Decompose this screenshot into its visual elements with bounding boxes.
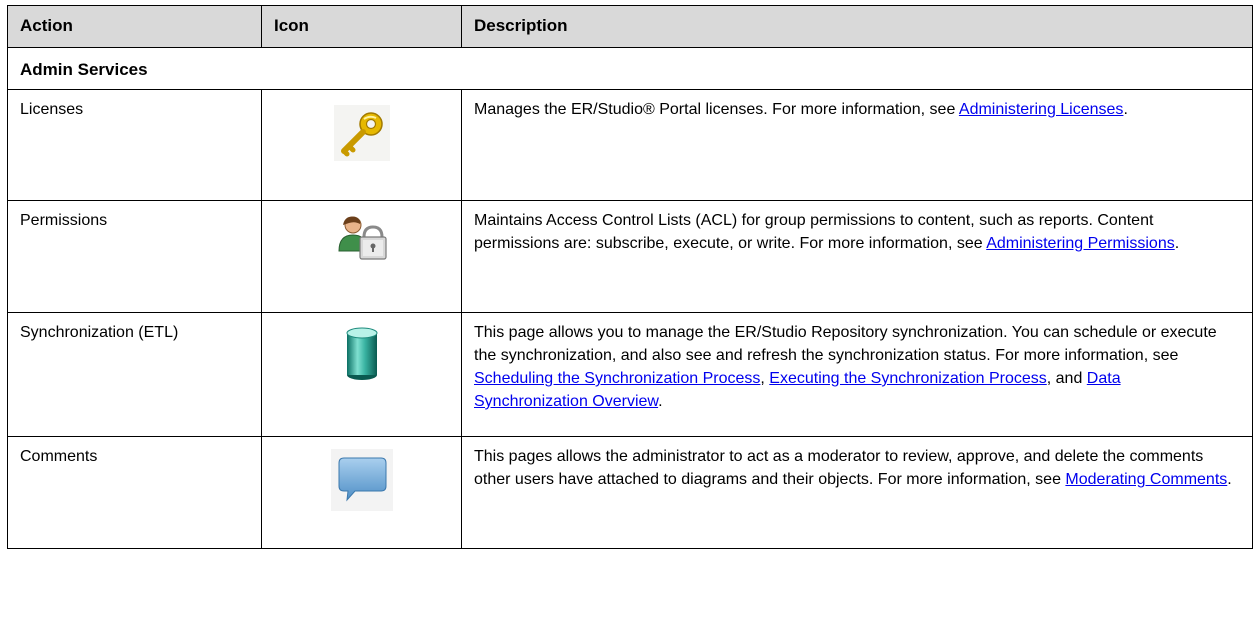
desc-end: . <box>1123 101 1128 118</box>
desc-end: . <box>1227 471 1232 488</box>
desc-sep: , and <box>1046 370 1087 387</box>
header-description: Description <box>461 5 1253 48</box>
link-moderating-comments[interactable]: Moderating Comments <box>1065 471 1227 488</box>
table-row: Licenses Manages the ER/Studio® Portal l… <box>7 89 1253 201</box>
link-executing-sync[interactable]: Executing the Synchronization Process <box>769 370 1046 387</box>
speech-bubble-icon <box>330 449 393 518</box>
header-icon: Icon <box>261 5 462 48</box>
desc-text: Manages the ER/Studio® Portal licenses. … <box>474 101 959 118</box>
section-title: Admin Services <box>7 47 1253 90</box>
user-lock-icon <box>337 213 387 268</box>
desc-sep: , <box>760 370 770 387</box>
link-administering-permissions[interactable]: Administering Permissions <box>986 235 1175 252</box>
icon-cell <box>261 436 462 549</box>
admin-services-table: Action Icon Description Admin Services L… <box>7 5 1253 549</box>
description-comments: This pages allows the administrator to a… <box>461 436 1253 549</box>
description-licenses: Manages the ER/Studio® Portal licenses. … <box>461 89 1253 201</box>
action-licenses: Licenses <box>7 89 262 201</box>
icon-cell <box>261 89 462 201</box>
action-comments: Comments <box>7 436 262 549</box>
header-action: Action <box>7 5 262 48</box>
desc-end: . <box>658 393 663 410</box>
desc-text: This page allows you to manage the ER/St… <box>474 324 1217 364</box>
table-row: Comments This pages allows the administr… <box>7 436 1253 549</box>
description-synchronization: This page allows you to manage the ER/St… <box>461 312 1253 437</box>
table-row: Synchronization (ETL) This page allows y… <box>7 312 1253 437</box>
database-icon <box>345 327 379 388</box>
table-header-row: Action Icon Description <box>7 5 1253 48</box>
description-permissions: Maintains Access Control Lists (ACL) for… <box>461 200 1253 313</box>
action-permissions: Permissions <box>7 200 262 313</box>
desc-end: . <box>1174 235 1180 252</box>
icon-cell <box>261 200 462 313</box>
section-row: Admin Services <box>7 47 1253 90</box>
action-synchronization: Synchronization (ETL) <box>7 312 262 437</box>
icon-cell <box>261 312 462 437</box>
link-scheduling-sync[interactable]: Scheduling the Synchronization Process <box>474 370 760 387</box>
key-icon <box>333 105 390 168</box>
link-administering-licenses[interactable]: Administering Licenses <box>959 101 1124 118</box>
table-row: Permissions Maintains Access Control Lis… <box>7 200 1253 313</box>
